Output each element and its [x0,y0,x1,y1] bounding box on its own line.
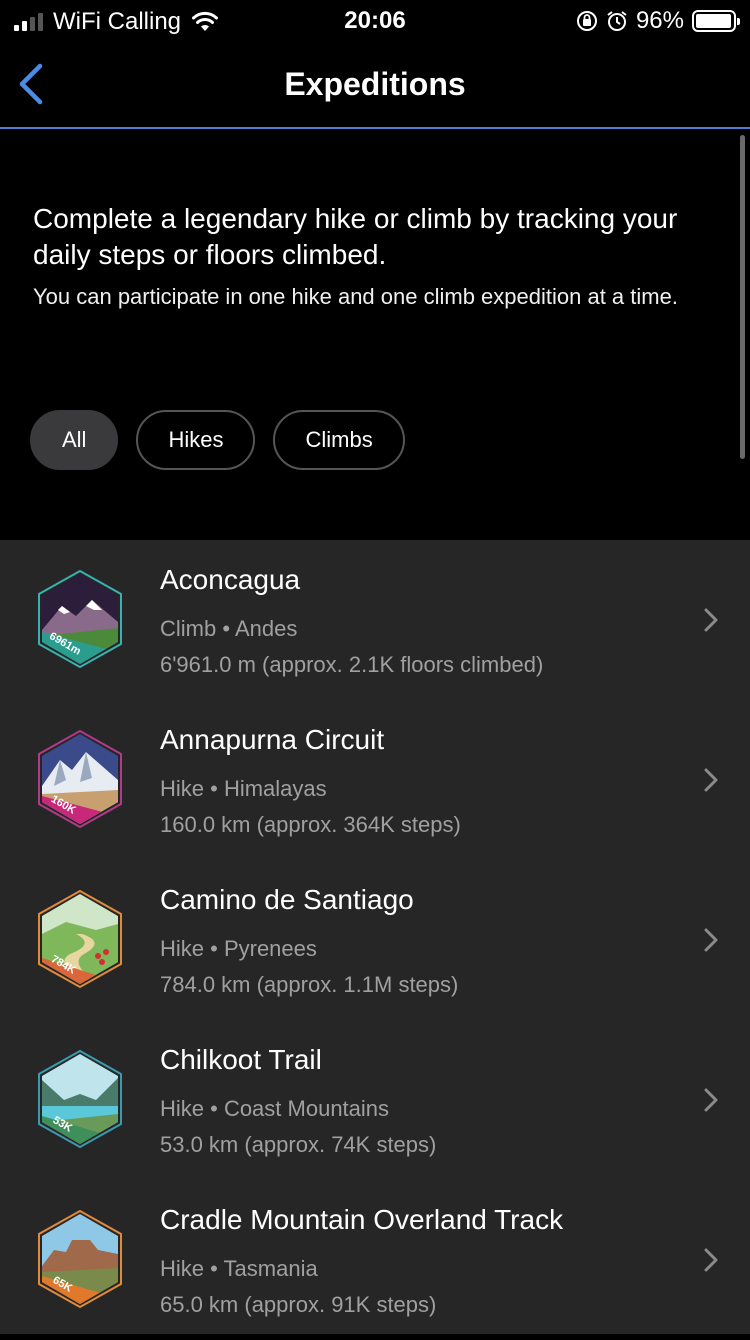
orientation-lock-icon [576,11,597,31]
expedition-title: Camino de Santiago [160,884,414,915]
scrollbar[interactable] [740,135,745,459]
expedition-detail: 53.0 km (approx. 74K steps) [160,1132,437,1157]
battery-fill [696,14,731,28]
expedition-detail: 160.0 km (approx. 364K steps) [160,812,461,837]
expedition-list: 6961m Aconcagua Climb • Andes 6'961.0 m … [0,540,750,1334]
page-title: Expeditions [284,66,466,102]
filter-climbs[interactable]: Climbs [273,410,405,470]
camino-badge-icon: 784K [38,890,122,988]
expedition-detail: 784.0 km (approx. 1.1M steps) [160,972,459,997]
expedition-title: Chilkoot Trail [160,1044,322,1075]
annapurna-badge-icon: 160K [38,730,122,828]
expedition-detail: 6'961.0 m (approx. 2.1K floors climbed) [160,652,544,677]
filter-all[interactable]: All [30,410,119,470]
alarm-icon [607,11,627,31]
list-item[interactable]: 53K Chilkoot Trail Hike • Coast Mountain… [0,1020,750,1180]
chevron-right-icon [704,768,718,792]
intro-main-text: Complete a legendary hike or climb by tr… [33,203,678,270]
filter-chips: All Hikes Climbs [30,410,405,470]
expedition-title: Aconcagua [160,564,301,595]
status-right: 96% [576,7,740,35]
expedition-meta: Hike • Coast Mountains [160,1096,390,1121]
intro-section: Complete a legendary hike or climb by tr… [0,131,750,541]
list-item[interactable]: 6961m Aconcagua Climb • Andes 6'961.0 m … [0,540,750,700]
expedition-meta: Hike • Pyrenees [160,936,317,961]
intro-sub-text: You can participate in one hike and one … [33,284,678,309]
expedition-meta: Hike • Tasmania [160,1256,318,1281]
battery-icon [692,10,740,32]
list-item[interactable]: 65K Cradle Mountain Overland Track Hike … [0,1180,750,1340]
battery-percent: 96% [635,7,684,34]
chevron-right-icon [704,928,718,952]
expedition-title: Cradle Mountain Overland Track [160,1204,564,1235]
status-bar: WiFi Calling 20:06 96% [0,0,750,40]
chilkoot-badge-icon: 53K [38,1050,122,1148]
expedition-detail: 65.0 km (approx. 91K steps) [160,1292,437,1317]
filter-hikes[interactable]: Hikes [136,410,256,470]
expedition-title: Annapurna Circuit [160,724,385,755]
list-item[interactable]: 784K Camino de Santiago Hike • Pyrenees … [0,860,750,1020]
list-item[interactable]: 160K Annapurna Circuit Hike • Himalayas … [0,700,750,860]
aconcagua-badge-icon: 6961m [38,570,122,668]
expedition-meta: Hike • Himalayas [160,776,327,801]
chevron-right-icon [704,1088,718,1112]
navigation-bar: Expeditions [0,40,750,129]
cradle-mountain-badge-icon: 65K [38,1210,122,1308]
chevron-right-icon [704,608,718,632]
expedition-meta: Climb • Andes [160,616,298,641]
chevron-right-icon [704,1248,718,1272]
